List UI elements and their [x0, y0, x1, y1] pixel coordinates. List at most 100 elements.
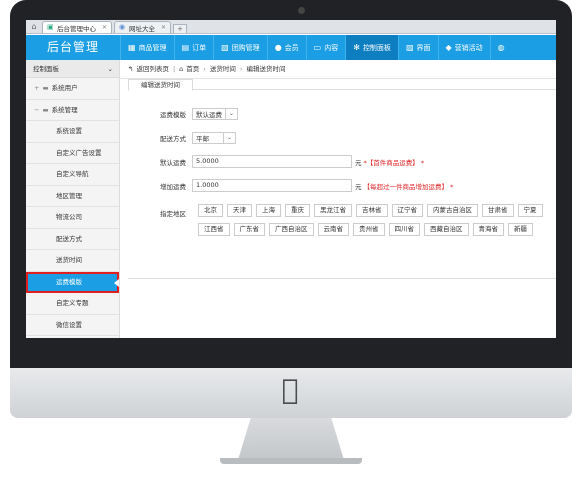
region-button[interactable]: 云南省: [317, 223, 349, 236]
breadcrumb-separator: ›: [203, 64, 206, 73]
default-fee-input[interactable]: 5.0000: [192, 155, 352, 168]
folder-icon: ▬: [42, 105, 49, 114]
globe-icon: ◉: [119, 23, 126, 31]
chevron-down-icon: ⌄: [107, 65, 113, 73]
extra-fee-input[interactable]: 1.0000: [192, 179, 352, 192]
browser-tab-label: 网址大全: [129, 24, 156, 33]
browser-tab[interactable]: ▣ 后台管理中心 ✕: [42, 21, 113, 33]
cart-icon: ▤: [181, 43, 190, 52]
region-button[interactable]: 广东省: [233, 223, 265, 236]
nav-item-label: 订单: [192, 43, 207, 52]
bag-icon: ▦: [128, 43, 136, 52]
nav-item[interactable]: ▤ 订单: [173, 35, 214, 60]
region-button[interactable]: 四川省: [388, 223, 420, 236]
browser-tab[interactable]: ◉ 网址大全 ✕: [114, 21, 172, 33]
sidebar-item[interactable]: 地区管理: [26, 186, 119, 207]
plus-icon: +: [34, 84, 40, 92]
sidebar-item[interactable]: − ▬ 系统管理: [26, 100, 119, 121]
home-icon[interactable]: ⌂: [28, 21, 40, 33]
extra-fee-row: 增加运费 1.0000 元 【每超过一件商品增加运费】 *: [128, 179, 453, 192]
minus-icon: −: [34, 105, 40, 114]
close-icon[interactable]: ✕: [161, 24, 166, 31]
sidebar-item[interactable]: + ▬ 系统用户: [26, 78, 119, 100]
sidebar-item[interactable]: 物流公司: [26, 207, 119, 229]
nav-item-label: 营销活动: [454, 43, 483, 52]
region-button[interactable]: 内蒙古自治区: [427, 204, 478, 217]
default-fee-row: 默认运费 5.0000 元 *【首件商品运费】 *: [128, 155, 424, 168]
nav-item-label: 控制面板: [362, 43, 391, 52]
method-select-value: 平邮: [196, 135, 209, 143]
region-button[interactable]: 北京: [198, 204, 223, 217]
region-button[interactable]: 贵州省: [353, 223, 385, 236]
sidebar-title[interactable]: 控制面板 ⌄: [26, 60, 119, 78]
sidebar-item[interactable]: 自定义专题: [26, 293, 119, 315]
nav-item[interactable]: ◆ 营销活动: [437, 35, 490, 60]
region-button[interactable]: 西藏自治区: [424, 223, 469, 236]
region-button[interactable]: 新疆: [508, 223, 533, 236]
nav-item[interactable]: ▨ 界面: [397, 35, 438, 60]
monitor-stand: [238, 418, 344, 460]
sidebar-item-label: 系统管理: [51, 105, 78, 114]
sidebar-item-label: 运费模版: [56, 277, 82, 286]
nav-item[interactable]: ✻ 控制面板: [345, 35, 398, 60]
nav-item[interactable]: ▭ 内容: [305, 35, 346, 60]
home-icon: ⌂: [179, 64, 184, 73]
tag-icon: ◆: [445, 43, 452, 52]
sidebar-item[interactable]: 送货时间: [26, 250, 119, 272]
region-button[interactable]: 上海: [256, 204, 281, 217]
chevron-down-icon: ⌄: [225, 109, 237, 119]
nav-item[interactable]: ◍: [489, 35, 515, 60]
brand-title: 后台管理: [46, 40, 99, 54]
chevron-down-icon: ⌄: [223, 133, 235, 143]
region-button[interactable]: 黑龙江省: [314, 204, 352, 217]
main-content: ↰ 返回列表页 | ⌂ 首页 › 送货时间 › 编辑送货时间 编辑送货时间 运费…: [120, 60, 556, 338]
nav-item[interactable]: ▦ 商品管理: [120, 35, 174, 60]
region-button[interactable]: 江西省: [198, 223, 230, 236]
breadcrumb-home[interactable]: 首页: [186, 60, 199, 79]
default-fee-unit: 元: [355, 158, 362, 167]
sidebar-item[interactable]: 运费模版: [26, 271, 119, 293]
method-select[interactable]: 平邮 ⌄: [192, 132, 236, 144]
users-icon: ◍: [497, 43, 505, 52]
breadcrumb-item[interactable]: 送货时间: [210, 60, 236, 79]
sidebar-item-label: 配送方式: [56, 234, 82, 243]
browser-tab-bar: ⌂ ▣ 后台管理中心 ✕ ◉ 网址大全 ✕ +: [26, 20, 556, 34]
nav-item-label: 内容: [324, 43, 339, 52]
tab-edit[interactable]: 编辑送货时间: [128, 79, 193, 91]
default-fee-tip: *【首件商品运费】 *: [363, 158, 425, 167]
sidebar-item-label: 自定义导航: [56, 170, 89, 178]
region-button[interactable]: 辽宁省: [391, 204, 423, 217]
sidebar-item-label: 系统设置: [56, 127, 82, 135]
sidebar-item[interactable]: 微信设置: [26, 315, 119, 336]
region-button[interactable]: 宁夏: [517, 204, 543, 217]
new-tab-button[interactable]: +: [173, 24, 188, 33]
default-fee-label: 默认运费: [160, 158, 186, 167]
template-select[interactable]: 默认运费 ⌄: [192, 108, 238, 120]
region-button[interactable]: 青海省: [472, 223, 504, 236]
apple-logo-icon: : [278, 375, 302, 405]
region-button[interactable]: 甘肃省: [482, 204, 514, 217]
extra-fee-tip: 【每超过一件商品增加运费】 *: [363, 182, 454, 191]
nav-item[interactable]: ● 会员: [266, 35, 306, 60]
breadcrumb-current: 编辑送货时间: [246, 64, 286, 73]
region-button[interactable]: 重庆: [285, 204, 310, 217]
sidebar-item-label: 物流公司: [56, 213, 82, 221]
nav-item-label: 会员: [284, 43, 299, 52]
region-button[interactable]: 吉林省: [356, 204, 388, 217]
sidebar-item[interactable]: 自定义广告设置: [26, 143, 119, 164]
sidebar-item[interactable]: 系统设置: [26, 121, 119, 143]
breadcrumb-back[interactable]: 返回列表页: [136, 60, 169, 79]
image-icon: ▨: [405, 43, 414, 52]
gear-icon: ✻: [353, 43, 360, 52]
close-icon[interactable]: ✕: [102, 24, 107, 31]
region-button[interactable]: 广西自治区: [269, 223, 314, 236]
region-label: 指定地区: [160, 210, 186, 218]
nav-item-label: 团购管理: [231, 43, 260, 52]
edit-panel: 编辑送货时间 运费模版 默认运费 ⌄ 配送方式 平邮 ⌄ 默认运费 5.0000…: [128, 79, 556, 279]
region-button[interactable]: 天津: [227, 204, 252, 217]
sidebar-item[interactable]: 自定义导航: [26, 164, 119, 186]
nav-item-label: 界面: [416, 43, 431, 52]
method-label: 配送方式: [160, 135, 186, 143]
sidebar-item[interactable]: 配送方式: [26, 229, 119, 250]
nav-item[interactable]: ▧ 团购管理: [213, 35, 267, 60]
